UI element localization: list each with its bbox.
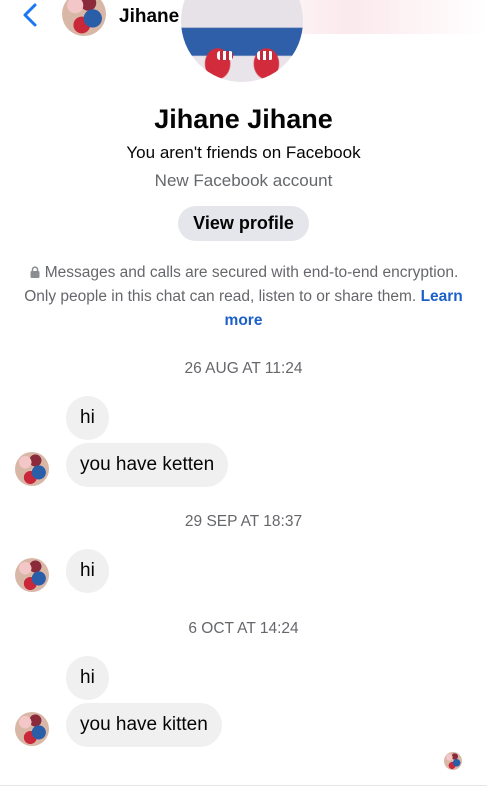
lock-icon — [30, 266, 40, 278]
encryption-text: Messages and calls are secured with end-… — [24, 264, 459, 305]
message-bubble[interactable]: hi — [66, 656, 109, 700]
contact-avatar[interactable] — [62, 0, 106, 36]
timestamp: 6 OCT AT 14:24 — [188, 620, 299, 637]
sender-avatar[interactable] — [15, 712, 49, 746]
seen-indicator-avatar — [444, 752, 462, 770]
profile-picture[interactable] — [181, 0, 303, 82]
sender-avatar[interactable] — [15, 452, 49, 486]
message-bubble[interactable]: hi — [66, 396, 109, 440]
sender-avatar[interactable] — [15, 558, 49, 592]
profile-name: Jihane Jihane — [154, 104, 333, 134]
message-bubble[interactable]: hi — [66, 549, 109, 593]
timestamp: 26 AUG AT 11:24 — [184, 360, 303, 377]
message-bubble[interactable]: you have kitten — [66, 703, 222, 747]
message-bubble[interactable]: you have ketten — [66, 443, 229, 487]
encryption-notice: Messages and calls are secured with end-… — [20, 261, 467, 333]
timestamp: 29 SEP AT 18:37 — [184, 513, 303, 530]
composer-divider — [0, 785, 487, 786]
chevron-left-icon[interactable] — [18, 2, 44, 28]
view-profile-button[interactable]: View profile — [178, 206, 309, 241]
account-note: New Facebook account — [154, 171, 333, 190]
friend-status: You aren't friends on Facebook — [126, 143, 361, 162]
